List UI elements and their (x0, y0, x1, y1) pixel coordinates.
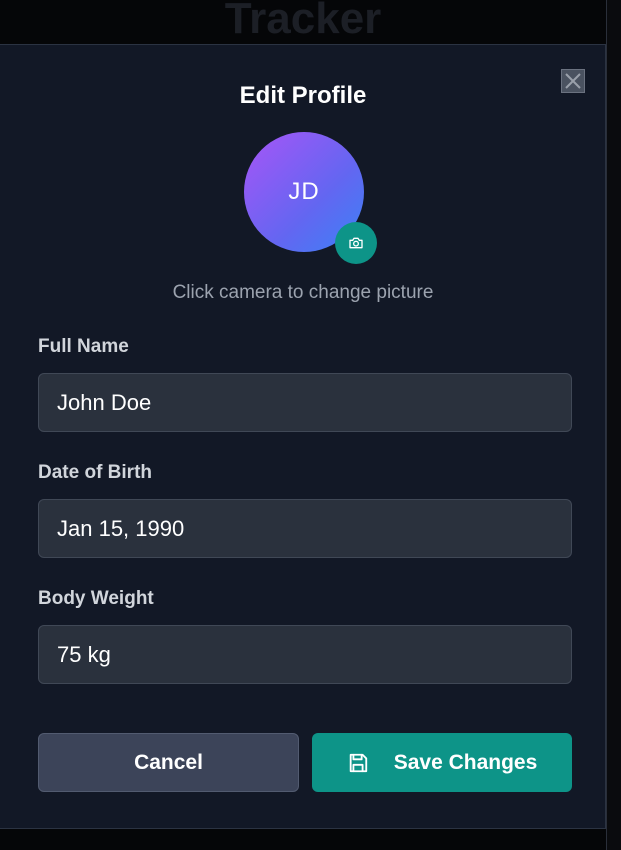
body-weight-label: Body Weight (38, 588, 154, 609)
modal-title: Edit Profile (239, 82, 367, 109)
date-of-birth-input[interactable] (38, 499, 572, 558)
cancel-button-label: Cancel (134, 750, 203, 774)
full-name-label: Full Name (38, 336, 129, 357)
change-picture-hint: Click camera to change picture (172, 282, 434, 303)
background-app-title: Tracker (224, 0, 382, 43)
date-of-birth-label: Date of Birth (38, 462, 152, 483)
save-icon (347, 752, 369, 774)
camera-icon (349, 237, 363, 249)
save-changes-button[interactable]: Save Changes (312, 733, 572, 792)
scrollbar-track[interactable] (606, 0, 621, 850)
change-picture-button[interactable] (335, 222, 377, 264)
save-changes-button-label: Save Changes (393, 750, 538, 774)
avatar-initials: JD (288, 178, 320, 205)
cancel-button[interactable]: Cancel (38, 733, 299, 792)
full-name-input[interactable] (38, 373, 572, 432)
body-weight-input[interactable] (38, 625, 572, 684)
